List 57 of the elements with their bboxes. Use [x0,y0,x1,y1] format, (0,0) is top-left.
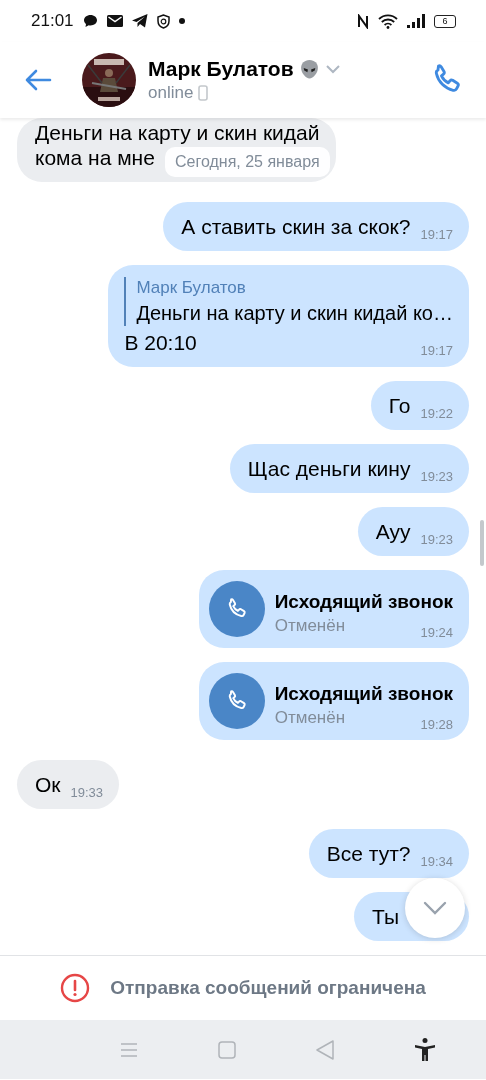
scroll-down-button[interactable] [405,878,465,938]
signal-icon [407,14,425,28]
message-time: 19:23 [420,469,453,485]
mail-icon [106,15,123,27]
call-title: Исходящий звонок [274,590,453,614]
battery-level: 6 [434,14,456,28]
date-divider: Сегодня, 25 января [165,147,330,177]
message-time: 19:24 [420,625,453,641]
call-title: Исходящий звонок [274,682,453,706]
scrollbar[interactable] [480,520,484,566]
message-time: 19:22 [420,406,453,422]
accessibility-icon [414,1037,436,1062]
chevron-down-icon[interactable] [324,64,341,74]
message-time: 19:34 [420,854,453,870]
back-button[interactable] [24,69,52,91]
recent-apps-button[interactable] [120,1041,138,1058]
nfc-icon [357,13,369,29]
quote-text: Деньги на карту и скин кидай ко… [136,301,453,326]
dot-icon [178,18,185,24]
message-text: В 20:10 [124,330,197,355]
message-time: 19:17 [420,343,453,359]
chevron-down-icon [423,901,447,915]
message-text: Ауу [375,519,411,544]
accessibility-button[interactable] [414,1037,436,1062]
paper-plane-icon [131,14,148,28]
message-text: А ставить скин за скок? [181,214,411,239]
wifi-icon [378,13,398,29]
home-button[interactable] [218,1040,236,1059]
message-time: 19:17 [420,227,453,243]
chat-bubble-icon [82,14,98,28]
message-text: Ты [372,904,399,929]
online-status: online [148,83,194,103]
alert-icon [60,973,91,1003]
message-time: 19:23 [420,532,453,548]
square-icon [218,1040,236,1059]
message-text: Деньги на карту и скин кидай [35,120,320,145]
message-text: Все тут? [326,841,411,866]
back-arrow-icon [24,69,52,91]
triangle-icon [316,1039,334,1060]
message-time: 19:33 [70,785,104,801]
reply-quote[interactable]: Марк Булатов Деньги на карту и скин кидай ко… [124,277,453,326]
call-status: Отменён [274,615,346,637]
call-status: Отменён [274,707,346,729]
shield-icon [156,13,170,29]
back-nav-button[interactable] [316,1039,334,1060]
restriction-notice: Отправка сообщений ограничена [110,977,426,999]
message-text: Щас деньги кину [247,456,411,481]
status-time: 21:01 [31,11,74,31]
message-text: кома на мне [35,145,155,170]
message-time: 19:28 [420,717,453,733]
alien-icon [298,58,320,80]
message-text: Го [388,393,411,418]
contact-name[interactable]: Марк Булатов [148,57,294,81]
quote-author: Марк Булатов [136,277,247,299]
phone-device-icon [198,85,209,101]
message-text: Ок [35,772,61,797]
menu-icon [120,1041,138,1058]
